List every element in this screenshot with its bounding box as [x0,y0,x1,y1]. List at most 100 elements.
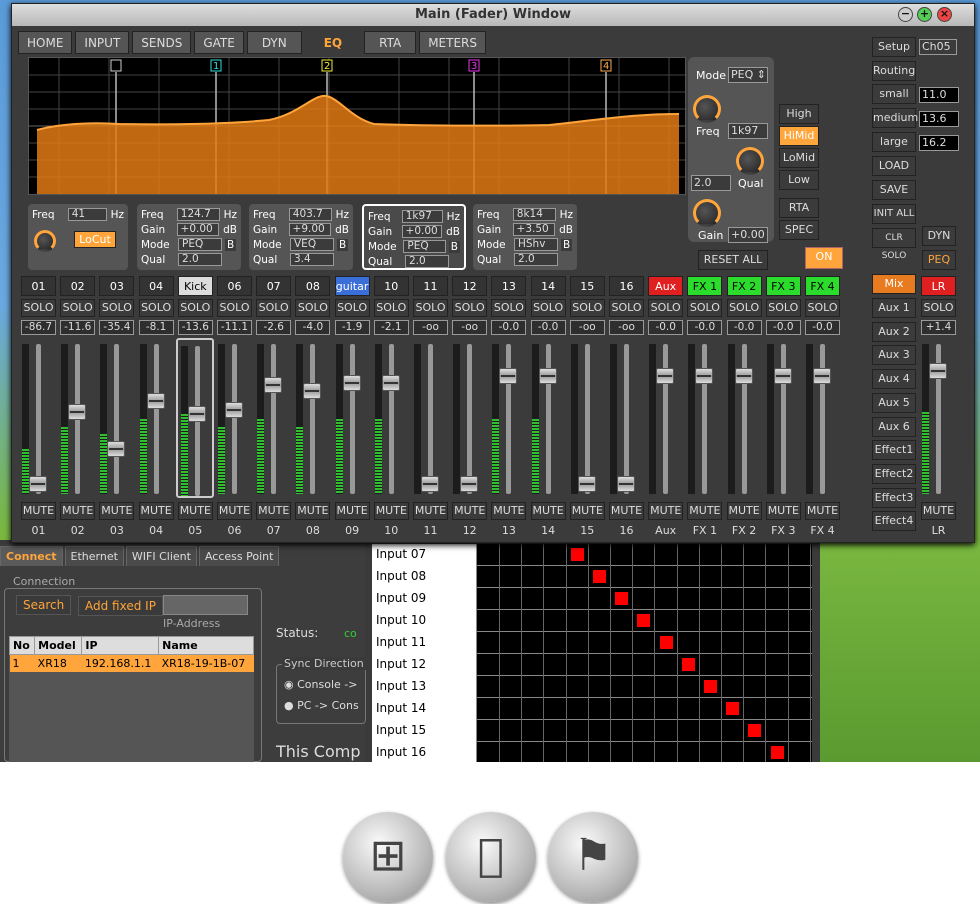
matrix-cell[interactable] [567,544,589,566]
bus-button[interactable]: Aux 3 [872,345,916,366]
fader-track[interactable] [702,344,708,494]
channel-name-button[interactable]: FX 3 [765,276,801,296]
solo-button[interactable]: SOLO [295,299,331,317]
mute-button[interactable]: MUTE [99,502,135,520]
fader-handle[interactable] [303,382,322,399]
fader-handle[interactable] [734,367,753,384]
matrix-cell[interactable] [767,566,789,588]
tab-wifi-client[interactable]: WIFI Client [125,546,197,566]
matrix-cell[interactable] [500,698,523,720]
solo-button[interactable]: SOLO [569,299,605,317]
matrix-cell[interactable] [633,544,656,566]
solo-button[interactable]: SOLO [177,299,213,317]
matrix-cell[interactable] [767,632,789,654]
fader-handle[interactable] [187,405,206,422]
matrix-cell[interactable] [656,632,678,654]
matrix-cell[interactable] [633,654,656,676]
matrix-cell[interactable] [700,654,722,676]
matrix-cell[interactable] [744,544,767,566]
matrix-cell[interactable] [522,676,545,698]
matrix-cell[interactable] [767,544,789,566]
fader-handle[interactable] [813,367,831,384]
band-1-freq-field[interactable]: 124.7 [176,208,220,221]
channel-name-button[interactable]: FX 4 [805,276,840,296]
matrix-cell[interactable] [500,720,523,742]
matrix-cell[interactable] [545,544,567,566]
matrix-cell[interactable] [611,566,634,588]
matrix-cell[interactable] [589,676,611,698]
setup-button[interactable]: Setup [872,37,916,57]
fader-track[interactable] [349,344,355,494]
matrix-cell[interactable] [567,654,589,676]
mute-button[interactable]: MUTE [569,502,605,520]
fader-track[interactable] [271,344,277,494]
mute-button[interactable]: MUTE [334,502,370,520]
band-high-button[interactable]: High [779,104,819,124]
matrix-cell[interactable] [633,742,656,762]
radio-pc-to-console[interactable]: ● PC -> Cons [284,699,359,712]
mute-button[interactable]: MUTE [530,502,566,520]
mute-button[interactable]: MUTE [21,502,56,520]
matrix-cell[interactable] [744,676,767,698]
fader-track[interactable] [310,344,316,494]
matrix-cell[interactable] [767,588,789,610]
matrix-cell[interactable] [478,676,500,698]
fader-handle[interactable] [381,375,400,391]
matrix-cell[interactable] [722,610,745,632]
fader-handle[interactable] [538,367,557,384]
matrix-cell[interactable] [700,720,722,742]
tab-dyn[interactable]: DYN [246,31,302,54]
matrix-cell[interactable] [545,654,567,676]
band-2-mode-field[interactable]: VEQ [290,238,334,251]
matrix-cell[interactable] [789,742,811,762]
medium-value[interactable]: 13.6 [919,111,959,127]
mute-button[interactable]: MUTE [765,502,801,520]
channel-name-button[interactable]: 02 [60,276,96,296]
band-3-gain-field[interactable]: +0.00 [401,225,443,238]
matrix-cell[interactable] [789,610,811,632]
matrix-cell[interactable] [678,610,700,632]
matrix-cell[interactable] [700,632,722,654]
matrix-cell[interactable] [478,588,500,610]
fader-track[interactable] [624,344,629,494]
channel-name-button[interactable]: 15 [569,276,605,296]
matrix-cell[interactable] [678,654,700,676]
fader-track[interactable] [467,344,473,494]
matrix-cell[interactable] [567,588,589,610]
locut-knob-icon[interactable] [34,230,56,252]
band-2-qual-field[interactable]: 3.4 [290,253,334,266]
peq-button[interactable]: PEQ [922,250,956,270]
matrix-cell[interactable] [478,742,500,762]
tab-home[interactable]: HOME [18,31,73,54]
channel-name-button[interactable]: guitar [334,276,370,296]
matrix-cell[interactable] [722,588,745,610]
large-value[interactable]: 16.2 [919,135,959,151]
mute-button[interactable]: MUTE [921,502,956,520]
matrix-cell[interactable] [611,544,634,566]
band-2-freq-field[interactable]: 403.7 [288,208,332,221]
mute-button[interactable]: MUTE [217,502,252,520]
matrix-cell[interactable] [500,588,523,610]
matrix-cell[interactable] [589,698,611,720]
mute-button[interactable]: MUTE [295,502,331,520]
close-icon[interactable]: × [937,7,952,22]
fader-handle[interactable] [617,475,635,492]
matrix-cell[interactable] [522,742,545,762]
matrix-cell[interactable] [722,654,745,676]
band-2-gain-field[interactable]: +9.00 [288,223,332,236]
band-4-gain-field[interactable]: +3.50 [512,223,556,236]
eq-curve-graph[interactable]: 1 2 3 4 [28,57,686,195]
fader-track[interactable] [114,344,120,494]
locut-freq-field[interactable]: 41 [67,208,107,221]
matrix-cell[interactable] [744,632,767,654]
matrix-cell[interactable] [700,610,722,632]
fader-handle[interactable] [68,403,87,420]
matrix-cell[interactable] [656,566,678,588]
fader-handle[interactable] [225,402,243,418]
tab-input[interactable]: INPUT [75,31,130,54]
matrix-cell[interactable] [767,610,789,632]
rta-button[interactable]: RTA [779,198,819,218]
fader-handle[interactable] [460,475,479,492]
channel-name-button[interactable]: 11 [413,276,448,296]
band-3-mode-field[interactable]: PEQ [403,240,446,253]
